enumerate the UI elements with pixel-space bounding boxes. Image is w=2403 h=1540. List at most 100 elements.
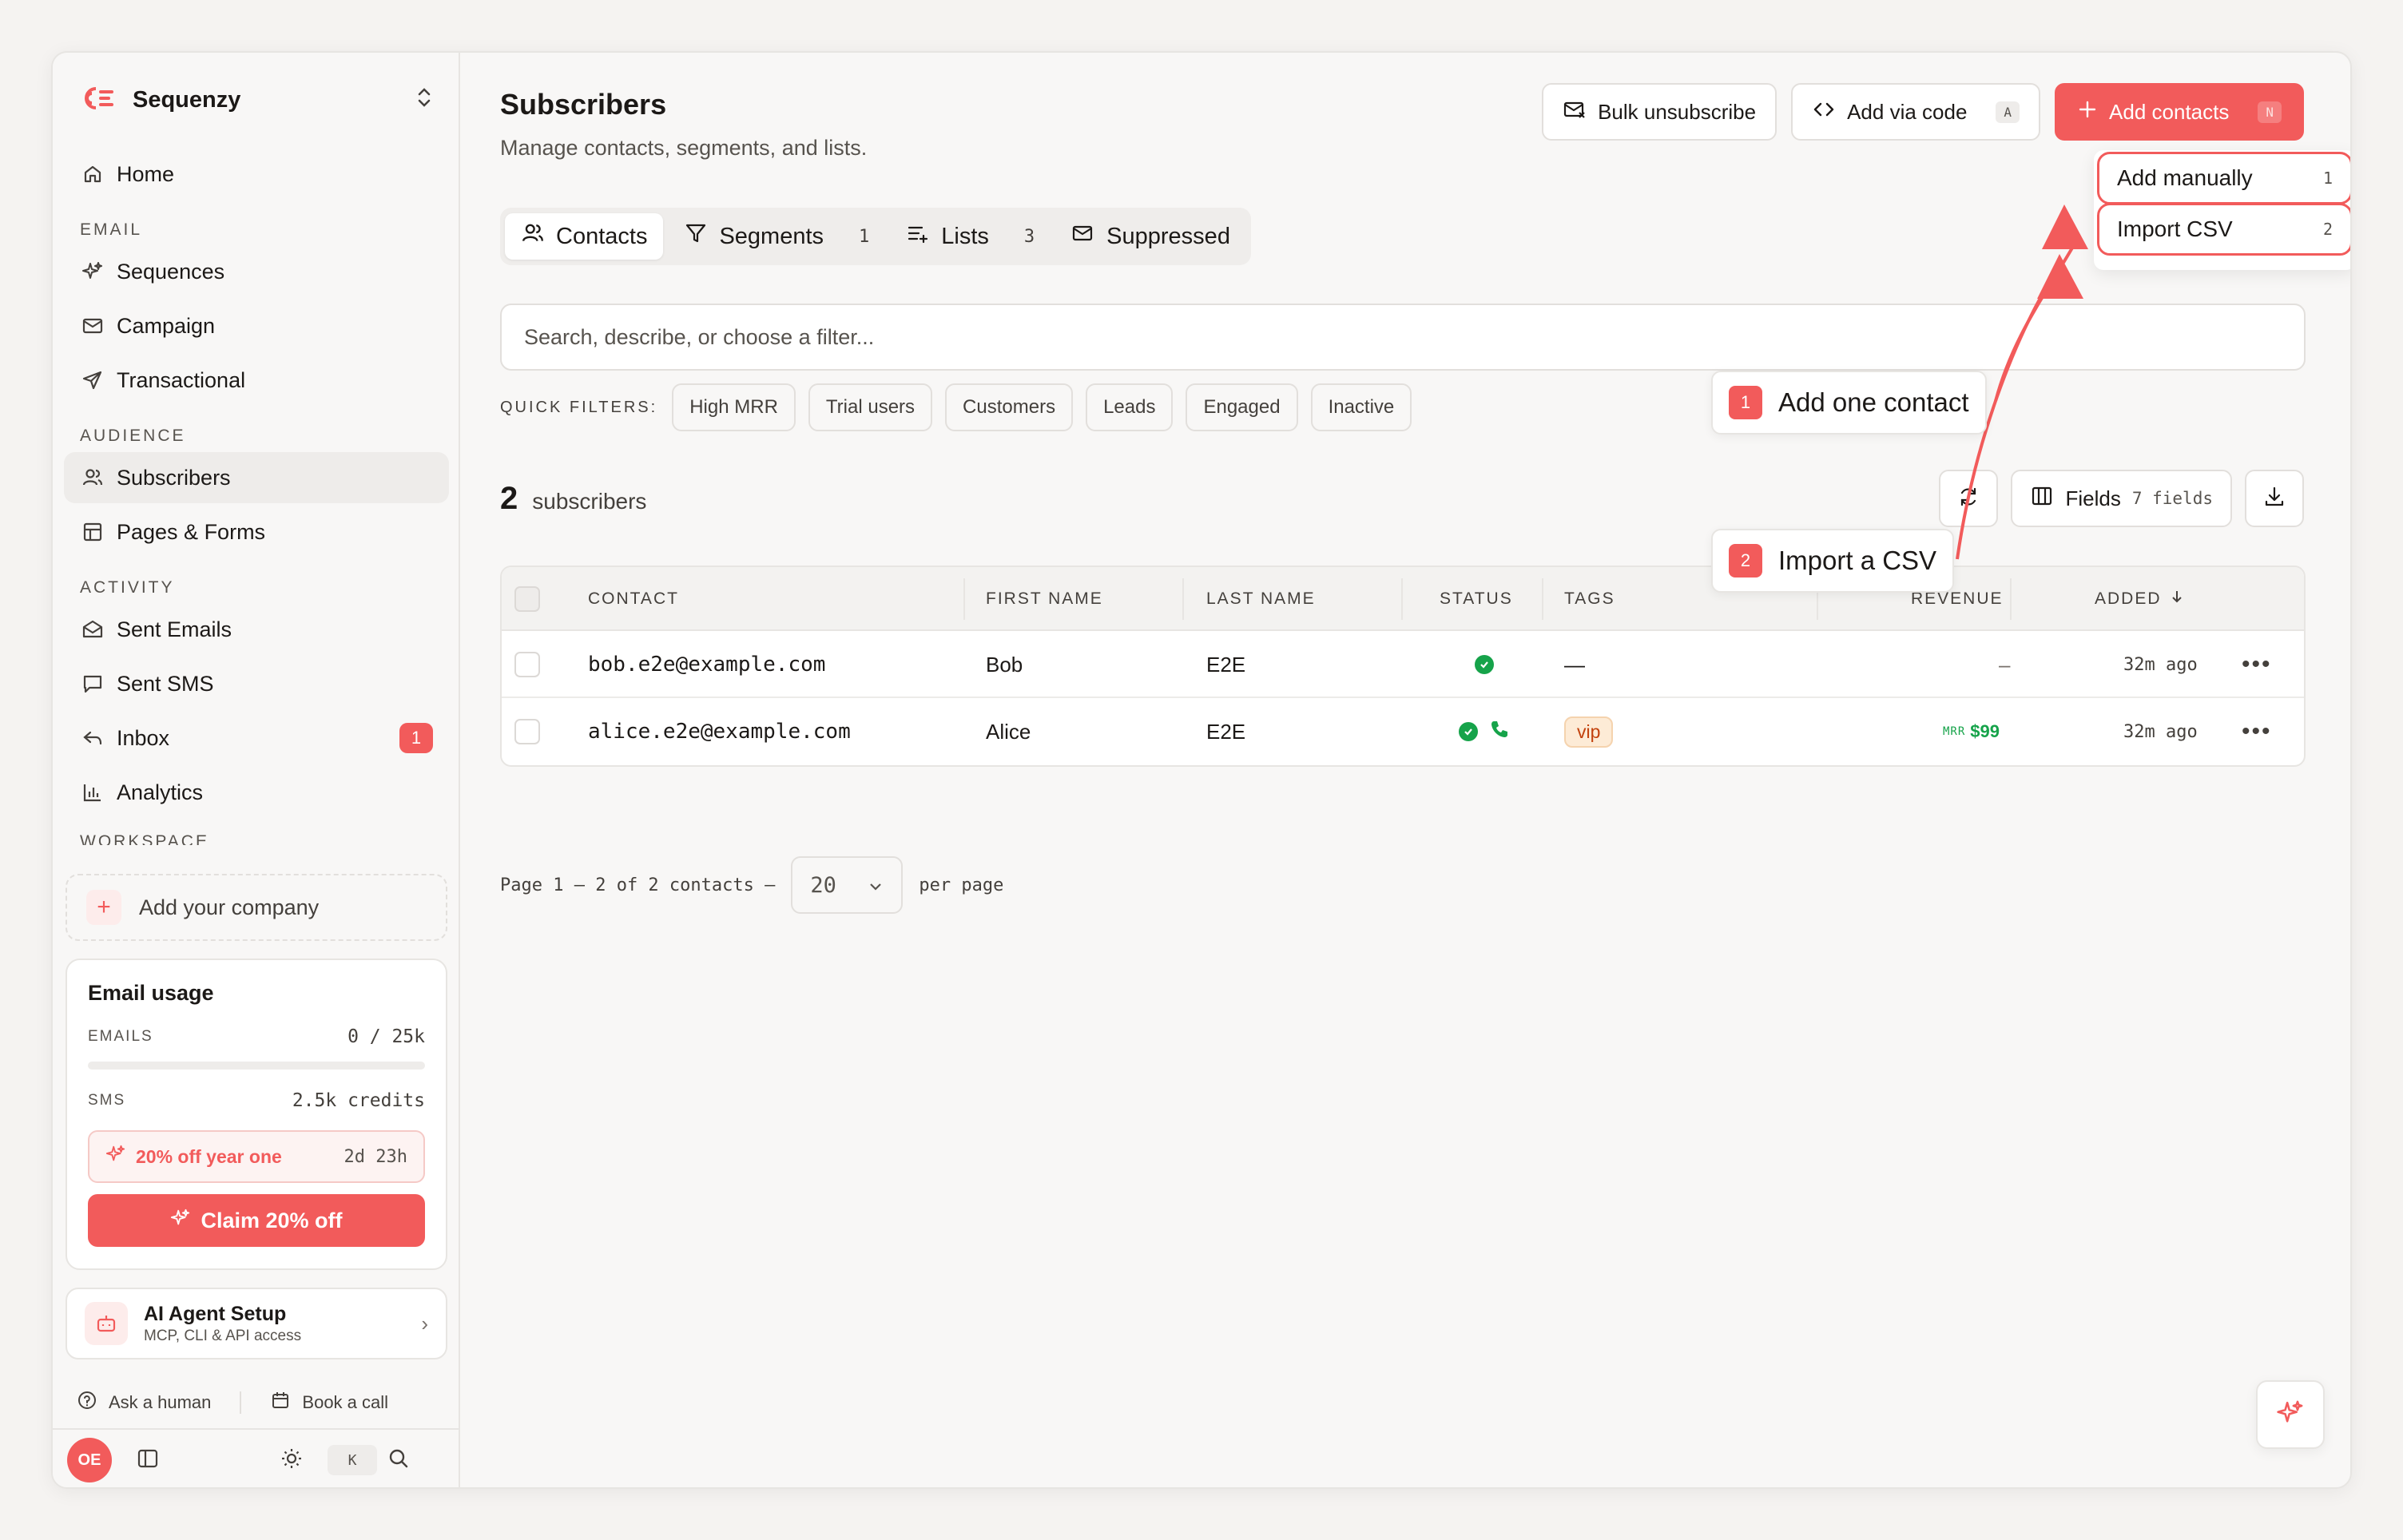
sun-icon[interactable] xyxy=(280,1447,304,1475)
refresh-icon xyxy=(1956,485,1980,513)
status-cell xyxy=(1459,698,1510,765)
sidebar-item-subscribers[interactable]: Subscribers xyxy=(64,452,449,503)
sparkles-icon xyxy=(105,1144,126,1169)
bar-chart-icon xyxy=(80,780,105,805)
contact-email[interactable]: bob.e2e@example.com xyxy=(588,631,825,698)
emails-usage-bar xyxy=(88,1062,425,1070)
contact-email[interactable]: alice.e2e@example.com xyxy=(588,698,851,765)
tab-label: Suppressed xyxy=(1106,223,1230,249)
sidebar-item-inbox[interactable]: Inbox 1 xyxy=(64,712,449,764)
quick-filter-chip[interactable]: Trial users xyxy=(808,383,933,431)
column-header[interactable]: STATUS xyxy=(1440,567,1513,631)
table-header: CONTACT FIRST NAME LAST NAME STATUS TAGS… xyxy=(502,567,2304,631)
annotation-label: Add one contact xyxy=(1778,387,1969,417)
claim-discount-button[interactable]: Claim 20% off xyxy=(88,1194,425,1247)
quick-filter-chip[interactable]: Customers xyxy=(945,383,1074,431)
download-button[interactable] xyxy=(2245,470,2304,527)
more-options-icon[interactable]: ••• xyxy=(2242,698,2272,765)
filter-icon xyxy=(684,221,708,252)
brand-name: Sequenzy xyxy=(133,86,241,113)
ask-human-link[interactable]: Ask a human xyxy=(109,1392,211,1413)
book-call-link[interactable]: Book a call xyxy=(302,1392,388,1413)
avatar[interactable]: OE xyxy=(67,1438,112,1482)
add-via-code-button[interactable]: Add via code A xyxy=(1791,83,2041,141)
select-all-checkbox[interactable] xyxy=(514,586,540,612)
row-select-cell xyxy=(514,631,540,698)
sidebar-item-campaign[interactable]: Campaign xyxy=(64,300,449,351)
sidebar-item-analytics[interactable]: Analytics xyxy=(64,767,449,818)
promo-countdown: 2d 23h xyxy=(344,1146,407,1167)
tab-contacts[interactable]: Contacts xyxy=(505,213,664,260)
mail-icon xyxy=(80,313,105,339)
app-window: Sequenzy Home EMAIL Sequences Campaign T… xyxy=(51,51,2352,1489)
sidebar-item-label: Analytics xyxy=(117,780,204,804)
sidebar-item-home[interactable]: Home xyxy=(64,149,449,200)
annotation-label: Import a CSV xyxy=(1778,546,1937,575)
layout-icon xyxy=(80,519,105,545)
subscriber-count: 2 subscribers xyxy=(500,481,646,517)
table-row[interactable]: alice.e2e@example.com Alice E2E vip MRR … xyxy=(502,698,2304,765)
fields-button[interactable]: Fields 7 fields xyxy=(2011,470,2232,527)
command-shortcut[interactable]: K xyxy=(328,1445,377,1475)
fields-count: 7 fields xyxy=(2131,489,2213,508)
revenue-cell: – xyxy=(1999,652,2011,677)
subscriber-count-number: 2 xyxy=(500,481,518,516)
check-circle-icon xyxy=(1475,655,1494,674)
list-plus-icon xyxy=(906,221,930,252)
tab-count: 3 xyxy=(1023,226,1035,247)
quick-filter-chip[interactable]: Engaged xyxy=(1186,383,1298,431)
column-header[interactable]: FIRST NAME xyxy=(986,567,1103,631)
menu-item-add-manually[interactable]: Add manually 1 xyxy=(2097,152,2350,204)
tab-lists[interactable]: Lists 3 xyxy=(890,213,1051,260)
row-checkbox[interactable] xyxy=(514,652,540,677)
sidebar-item-sent-emails[interactable]: Sent Emails xyxy=(64,604,449,655)
quick-filter-chip[interactable]: Inactive xyxy=(1310,383,1412,431)
menu-item-import-csv[interactable]: Import CSV 2 xyxy=(2097,203,2350,256)
tab-suppressed[interactable]: Suppressed xyxy=(1055,213,1246,260)
chevron-down-icon xyxy=(868,873,884,898)
sidebar-item-label: Sent Emails xyxy=(117,617,232,641)
ai-assistant-button[interactable] xyxy=(2256,1380,2325,1449)
column-header[interactable]: CONTACT xyxy=(588,567,679,631)
send-icon xyxy=(80,367,105,393)
column-header[interactable]: TAGS xyxy=(1564,567,1615,631)
sidebar-item-transactional[interactable]: Transactional xyxy=(64,355,449,406)
add-contacts-button[interactable]: Add contacts N xyxy=(2055,83,2304,141)
annotation-number: 2 xyxy=(1729,544,1762,578)
sidebar-item-label: Subscribers xyxy=(117,465,231,490)
search-input[interactable]: Search, describe, or choose a filter... xyxy=(500,304,2306,371)
mail-open-icon xyxy=(80,617,105,642)
sidebar-toggle-icon[interactable] xyxy=(136,1447,160,1475)
sidebar-item-sequences[interactable]: Sequences xyxy=(64,246,449,297)
tab-label: Contacts xyxy=(556,223,648,249)
claim-label: Claim 20% off xyxy=(201,1208,343,1232)
refresh-button[interactable] xyxy=(1939,470,1999,527)
home-icon xyxy=(80,161,105,187)
bulk-unsubscribe-label: Bulk unsubscribe xyxy=(1598,99,1757,124)
per-page-select[interactable]: 20 xyxy=(791,856,904,914)
quick-filter-chip[interactable]: Leads xyxy=(1086,383,1174,431)
quick-filter-chip[interactable]: High MRR xyxy=(672,383,796,431)
more-options-icon[interactable]: ••• xyxy=(2242,631,2272,698)
arrow-down-icon xyxy=(2170,589,2184,609)
sidebar-item-pages-forms[interactable]: Pages & Forms xyxy=(64,506,449,558)
menu-item-shortcut: 1 xyxy=(2322,169,2333,188)
mail-x-icon xyxy=(1071,221,1095,252)
columns-icon xyxy=(2030,484,2054,514)
menu-item-label: Import CSV xyxy=(2117,216,2233,241)
table-row[interactable]: bob.e2e@example.com Bob E2E — – 32m ago … xyxy=(502,631,2304,698)
workspace-switcher[interactable]: Sequenzy xyxy=(80,77,433,123)
ai-agent-setup-card[interactable]: AI Agent Setup MCP, CLI & API access › xyxy=(66,1288,447,1359)
search-icon[interactable] xyxy=(387,1447,411,1475)
emails-label: EMAILS xyxy=(88,1028,153,1045)
bulk-unsubscribe-button[interactable]: Bulk unsubscribe xyxy=(1542,83,1777,141)
message-icon xyxy=(80,671,105,697)
sidebar-item-sent-sms[interactable]: Sent SMS xyxy=(64,658,449,709)
column-header[interactable]: LAST NAME xyxy=(1206,567,1316,631)
row-checkbox[interactable] xyxy=(514,719,540,744)
add-company-button[interactable]: + Add your company xyxy=(66,874,447,941)
tab-bar: Contacts Segments 1 Lists 3 Suppressed xyxy=(500,208,1251,265)
column-header-sort[interactable]: ADDED xyxy=(2095,567,2184,631)
tab-segments[interactable]: Segments 1 xyxy=(668,213,885,260)
sidebar-item-label: Inbox xyxy=(117,725,170,750)
